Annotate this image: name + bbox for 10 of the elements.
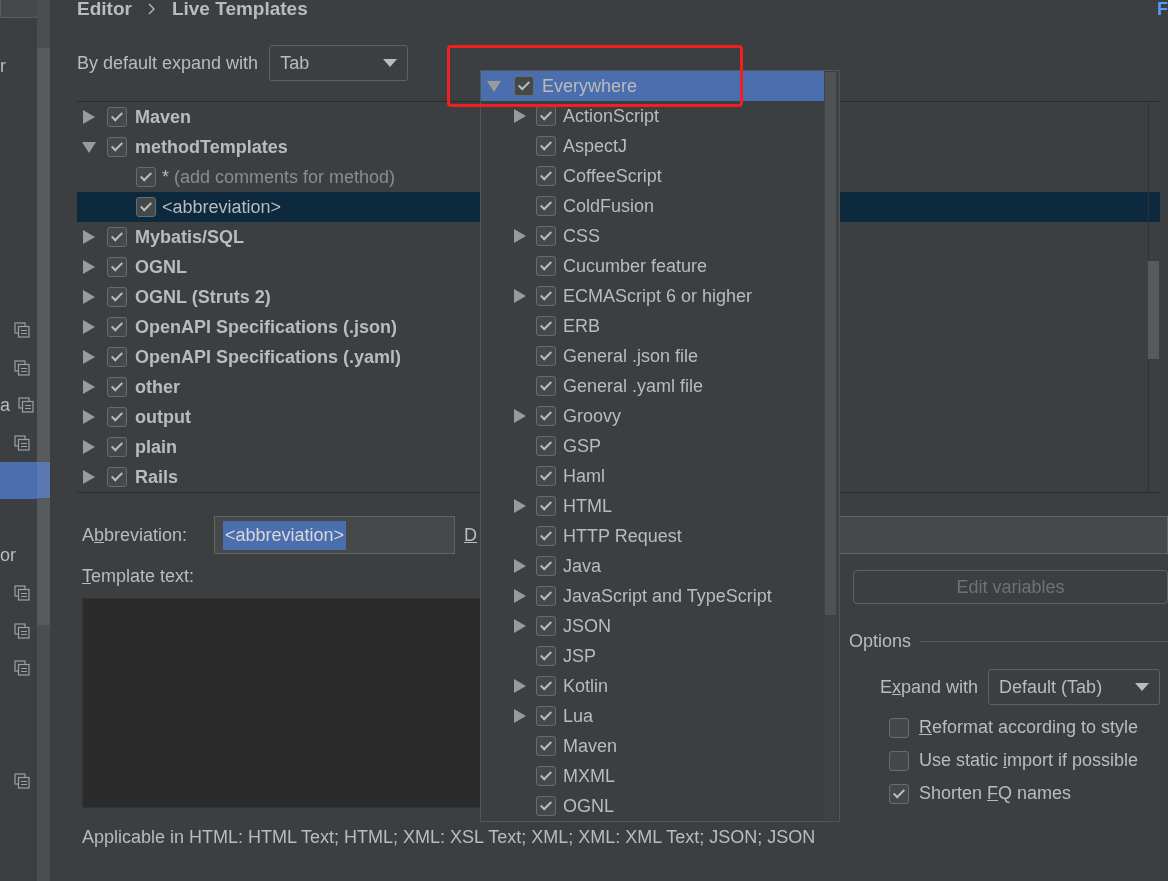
template-text-label: Template text:	[82, 566, 195, 586]
options-heading: Options	[849, 630, 912, 653]
expand-label: By default expand with	[77, 51, 259, 75]
checkbox-label: Shorten FQ names	[919, 782, 1072, 805]
abbreviation-label: Abbreviation:	[82, 523, 189, 547]
checkbox-label: Reformat according to style	[919, 716, 1139, 739]
checkbox-label: Use static import if possible	[919, 749, 1139, 772]
applicable-text: Applicable in HTML: HTML Text; HTML; XML: XSL Text; XML; XML: XML Text; JSON; JSON	[82, 826, 817, 849]
expand-with-label: Expand with	[880, 675, 979, 699]
description-label: D	[464, 523, 477, 547]
